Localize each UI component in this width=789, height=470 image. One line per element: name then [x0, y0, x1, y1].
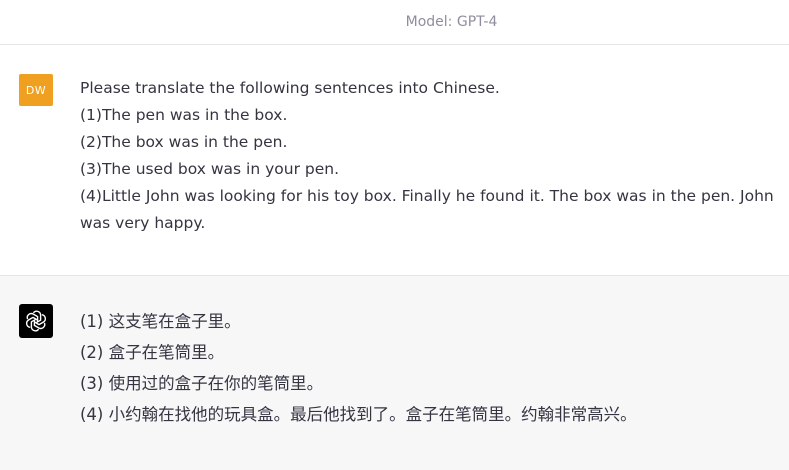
user-message-line: (2)The box was in the pen. — [80, 133, 288, 151]
user-message-line: (3)The used box was in your pen. — [80, 160, 339, 178]
model-label: Model: GPT-4 — [405, 14, 498, 30]
assistant-message-text: (1) 这支笔在盒子里。 (2) 盒子在笔筒里。 (3) 使用过的盒子在你的笔筒… — [80, 306, 780, 430]
assistant-message-line: (3) 使用过的盒子在你的笔筒里。 — [80, 374, 324, 393]
assistant-message: (1) 这支笔在盒子里。 (2) 盒子在笔筒里。 (3) 使用过的盒子在你的笔筒… — [0, 276, 789, 470]
user-message-line: (1)The pen was in the box. — [80, 106, 288, 124]
assistant-message-line: (2) 盒子在笔筒里。 — [80, 343, 225, 362]
assistant-message-line: (4) 小约翰在找他的玩具盒。最后他找到了。盒子在笔筒里。约翰非常高兴。 — [80, 405, 637, 424]
user-message: DW Please translate the following senten… — [0, 45, 789, 276]
user-message-line: Please translate the following sentences… — [80, 79, 500, 97]
user-avatar: DW — [19, 74, 53, 106]
openai-logo-icon — [19, 304, 53, 338]
user-avatar-initials: DW — [25, 83, 47, 97]
user-message-text: Please translate the following sentences… — [80, 75, 785, 237]
top-bar: Model: GPT-4 — [0, 0, 789, 45]
user-message-line: (4)Little John was looking for his toy b… — [80, 187, 774, 232]
assistant-message-line: (1) 这支笔在盒子里。 — [80, 312, 241, 331]
